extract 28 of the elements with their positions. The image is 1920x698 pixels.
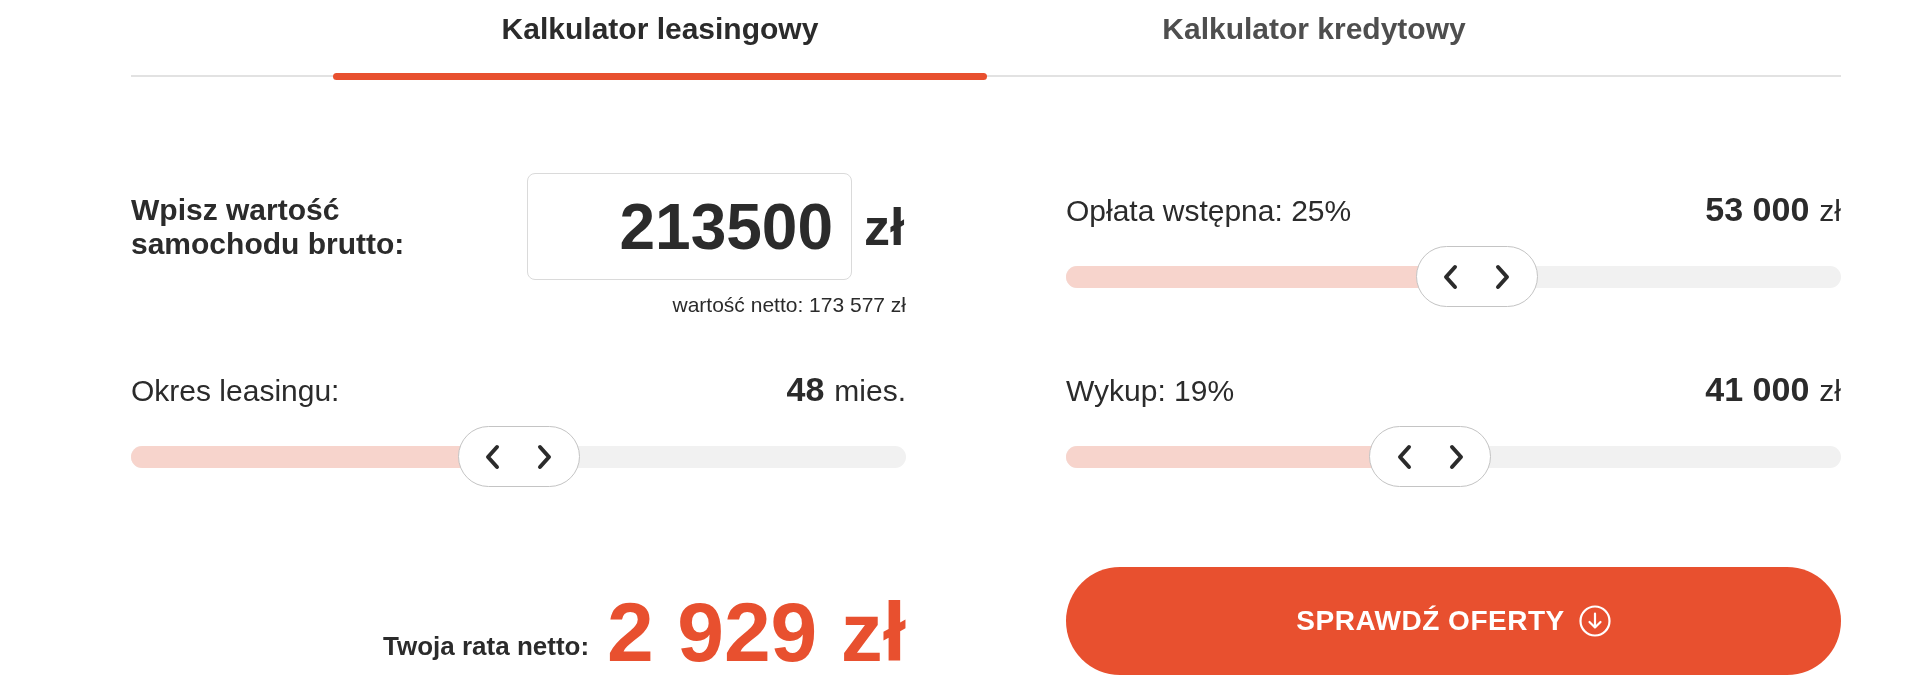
- currency-unit: zł: [864, 196, 905, 257]
- result-amount: 2 929 zł: [607, 585, 906, 679]
- chevron-left-icon: [1395, 443, 1412, 470]
- check-offers-button[interactable]: SPRAWDŹ OFERTY: [1066, 567, 1841, 675]
- chevron-left-icon: [484, 443, 500, 470]
- slider-track[interactable]: [1066, 246, 1841, 307]
- chevron-right-icon: [1448, 443, 1465, 470]
- slider-track[interactable]: [1066, 426, 1841, 487]
- result-label: Twoja rata netto:: [383, 631, 590, 661]
- net-value-note: wartość netto: 173 577 zł: [672, 295, 906, 315]
- price-input[interactable]: 213500: [527, 173, 852, 280]
- slider-unit: mies.: [834, 376, 906, 406]
- slider-label: Wykup: 19%: [1066, 376, 1235, 406]
- slider-value: 41 000: [1705, 374, 1810, 404]
- slider-track[interactable]: [131, 426, 906, 487]
- chevron-right-icon: [1495, 263, 1512, 290]
- chevron-right-icon: [537, 443, 553, 470]
- tab[interactable]: Kalkulator leasingowy: [333, 0, 987, 80]
- price-label: Wpisz wartość samochodu brutto:: [131, 192, 406, 261]
- slider-unit: zł: [1819, 196, 1841, 226]
- chevron-left-icon: [1442, 263, 1459, 290]
- slider-label: Opłata wstępna: 25%: [1066, 196, 1352, 226]
- arrow-down-circle-icon: [1578, 605, 1611, 637]
- tab[interactable]: Kalkulator kredytowy: [987, 0, 1641, 80]
- slider-value: 53 000: [1705, 194, 1810, 224]
- slider-value: 48: [786, 374, 825, 404]
- slider-label: Okres leasingu:: [131, 376, 340, 406]
- slider-unit: zł: [1819, 376, 1841, 406]
